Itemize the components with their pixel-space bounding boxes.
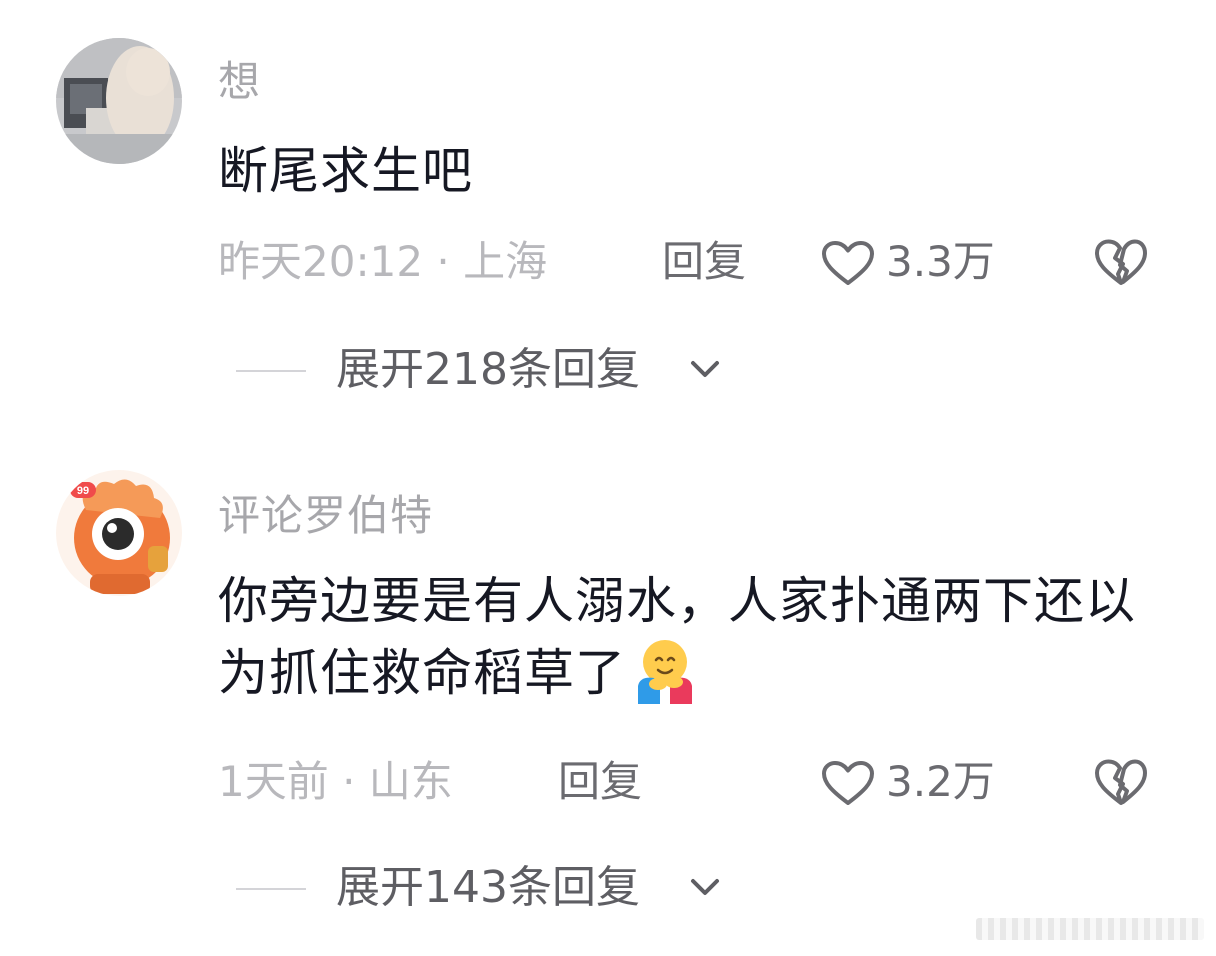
broken-heart-icon[interactable] <box>1094 238 1148 286</box>
time-location: 昨天20:12 · 上海 <box>218 237 548 286</box>
time-location: 1天前 · 山东 <box>218 757 453 806</box>
chevron-down-icon <box>691 879 719 895</box>
reply-button[interactable]: 回复 <box>662 232 746 292</box>
comment-text: 断尾求生吧 <box>218 142 473 200</box>
username[interactable]: 想 <box>218 48 261 109</box>
watermark <box>976 918 1204 940</box>
comment-item: 99 评论罗伯特 你旁边要是有人溺水，人家扑通两下还以为抓住救命稻草了 1天前 … <box>0 440 1216 956</box>
hugging-face-emoji <box>638 640 692 704</box>
comment-meta: 1天前 · 山东 回复 3.2万 <box>0 752 1216 812</box>
comment-meta: 昨天20:12 · 上海 回复 3.3万 <box>0 232 1216 292</box>
expand-replies[interactable]: 展开218条回复 <box>0 340 1216 400</box>
avatar[interactable] <box>56 38 182 164</box>
heart-outline-icon <box>822 241 874 285</box>
expand-replies-label[interactable]: 展开218条回复 <box>336 340 640 400</box>
avatar-badge: 99 <box>77 485 89 497</box>
like-count: 3.3万 <box>886 237 995 286</box>
chevron-down-icon <box>691 361 719 377</box>
comment-text: 你旁边要是有人溺水，人家扑通两下还以为抓住救命稻草了 <box>218 568 1138 706</box>
username[interactable]: 评论罗伯特 <box>218 482 433 543</box>
heart-outline-icon <box>822 761 874 805</box>
comment-item: 想 断尾求生吧 昨天20:12 · 上海 回复 3.3万 展开218条回复 <box>0 0 1216 440</box>
broken-heart-icon[interactable] <box>1094 758 1148 806</box>
divider <box>236 888 306 890</box>
reply-button[interactable]: 回复 <box>558 752 642 812</box>
expand-replies[interactable]: 展开143条回复 <box>0 858 1216 918</box>
divider <box>236 370 306 372</box>
avatar[interactable]: 99 <box>56 470 182 596</box>
expand-replies-label[interactable]: 展开143条回复 <box>336 858 640 918</box>
like-count: 3.2万 <box>886 757 995 806</box>
